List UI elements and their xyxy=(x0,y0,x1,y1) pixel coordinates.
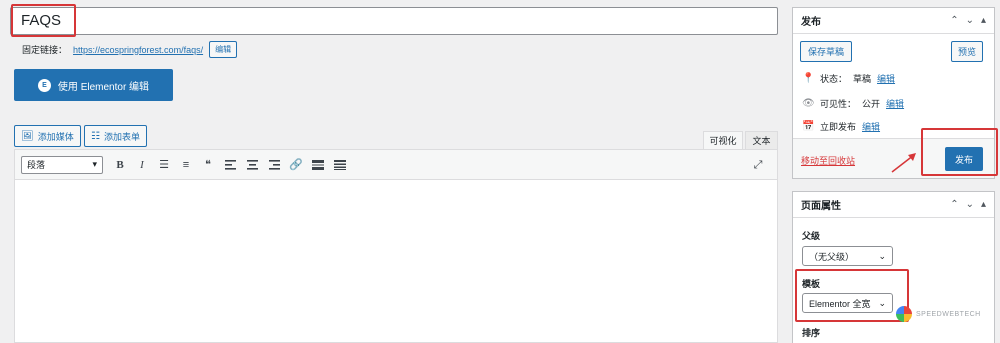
publish-button[interactable]: 发布 xyxy=(945,147,983,171)
chevron-up-icon[interactable]: ⌃ xyxy=(950,15,958,26)
bold-icon[interactable]: B xyxy=(109,154,131,176)
order-label: 排序 xyxy=(802,328,821,338)
publish-box-title: 发布 xyxy=(801,17,821,28)
add-media-label: 添加媒体 xyxy=(37,131,74,142)
permalink-url[interactable]: https://ecospringforest.com/faqs/ xyxy=(73,45,203,55)
parent-select-value: （无父级） xyxy=(809,251,855,262)
publish-box-header: 发布 ⌃ ⌄ ▴ xyxy=(793,8,994,34)
watermark: SPEEDWEBTECH xyxy=(896,306,981,322)
add-form-label: 添加表单 xyxy=(103,131,140,142)
align-left-icon[interactable] xyxy=(219,154,241,176)
save-draft-button[interactable]: 保存草稿 xyxy=(800,41,853,62)
add-media-button[interactable]: 🖼 添加媒体 xyxy=(14,125,81,147)
visibility-row: 👁 可见性： 公开 编辑 xyxy=(802,97,904,110)
parent-select[interactable]: （无父级） ⌄ xyxy=(802,246,893,266)
template-select-value: Elementor 全宽 xyxy=(809,298,871,309)
add-form-button[interactable]: ☷ 添加表单 xyxy=(84,125,147,147)
status-label: 状态： xyxy=(820,74,848,84)
preview-button[interactable]: 预览 xyxy=(950,41,983,62)
status-edit-link[interactable]: 编辑 xyxy=(877,72,895,85)
permalink-label: 固定链接： xyxy=(22,45,68,55)
numbered-list-icon[interactable]: ≡ xyxy=(175,154,197,176)
eye-icon: 👁 xyxy=(802,98,815,109)
chevron-up-icon[interactable]: ⌃ xyxy=(950,199,958,210)
chevron-down-icon[interactable]: ⌄ xyxy=(966,199,974,210)
chevron-down-icon[interactable]: ⌄ xyxy=(966,15,974,26)
blockquote-icon[interactable]: ❝ xyxy=(197,154,219,176)
align-center-icon[interactable] xyxy=(241,154,263,176)
fullscreen-icon[interactable]: ⤢ xyxy=(747,154,769,176)
schedule-label: 立即发布 xyxy=(820,122,857,132)
move-to-trash-link[interactable]: 移动至回收站 xyxy=(801,154,855,167)
media-icon: 🖼 xyxy=(21,130,34,142)
status-value: 草稿 xyxy=(853,74,872,84)
chevron-down-icon: ⌄ xyxy=(878,250,886,261)
toolbar-toggle-icon[interactable] xyxy=(329,154,351,176)
elementor-icon: E xyxy=(37,78,51,92)
calendar-icon: 📅 xyxy=(802,121,815,132)
page-attributes-header: 页面属性 ⌃ ⌄ ▴ xyxy=(793,192,994,218)
page-attributes-title: 页面属性 xyxy=(801,201,841,212)
tab-text[interactable]: 文本 xyxy=(745,131,778,149)
schedule-row: 📅 立即发布 编辑 xyxy=(802,120,880,133)
collapse-toggle-icon[interactable]: ▴ xyxy=(981,199,986,210)
form-icon: ☷ xyxy=(91,130,100,142)
bullet-list-icon[interactable]: ☰ xyxy=(153,154,175,176)
annotation-arrow-icon xyxy=(891,153,916,173)
parent-label: 父级 xyxy=(802,231,821,241)
edit-with-elementor-button[interactable]: E 使用 Elementor 编辑 xyxy=(14,69,173,101)
elementor-button-label: 使用 Elementor 编辑 xyxy=(57,81,150,93)
editor-toolbar: 段落 ▾ B I ☰ ≡ ❝ 🔗 ⤢ xyxy=(15,150,777,180)
visibility-value: 公开 xyxy=(862,99,881,109)
title-input[interactable]: FAQS xyxy=(10,7,778,35)
format-select-value: 段落 xyxy=(27,160,46,170)
collapse-toggle-icon[interactable]: ▴ xyxy=(981,15,986,26)
watermark-logo-icon xyxy=(896,306,912,322)
format-select[interactable]: 段落 ▾ xyxy=(21,155,103,174)
italic-icon[interactable]: I xyxy=(131,154,153,176)
chevron-down-icon: ⌄ xyxy=(878,297,886,308)
schedule-edit-link[interactable]: 编辑 xyxy=(862,120,880,133)
tab-visual[interactable]: 可视化 xyxy=(703,131,743,149)
template-select[interactable]: Elementor 全宽 ⌄ xyxy=(802,293,893,313)
visibility-edit-link[interactable]: 编辑 xyxy=(886,97,904,110)
read-more-icon[interactable] xyxy=(307,154,329,176)
permalink-edit-button[interactable]: 编辑 xyxy=(209,41,238,58)
status-row: 📍 状态： 草稿 编辑 xyxy=(802,72,895,85)
content-editor: 段落 ▾ B I ☰ ≡ ❝ 🔗 ⤢ xyxy=(14,149,778,343)
link-icon[interactable]: 🔗 xyxy=(285,154,307,176)
watermark-text: SPEEDWEBTECH xyxy=(916,310,981,318)
align-right-icon[interactable] xyxy=(263,154,285,176)
visibility-label: 可见性： xyxy=(820,99,857,109)
permalink-row: 固定链接： https://ecospringforest.com/faqs/ … xyxy=(22,41,238,58)
chevron-down-icon: ▾ xyxy=(92,159,97,169)
pin-icon: 📍 xyxy=(802,73,815,84)
template-label: 模板 xyxy=(802,279,821,289)
